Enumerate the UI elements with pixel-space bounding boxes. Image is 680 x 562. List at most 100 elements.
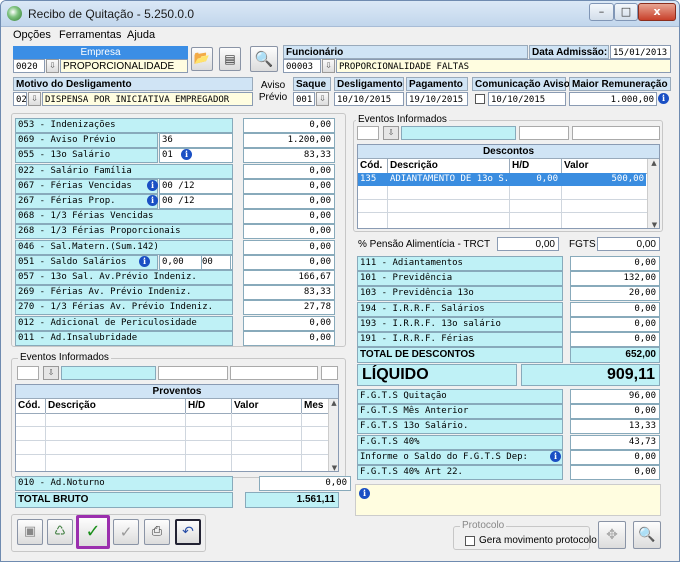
pensao-field[interactable]: 0,00 [497,237,559,251]
fgts-value[interactable]: 0,00 [570,404,660,420]
saque-field[interactable]: 001 [293,92,315,106]
verba-value[interactable]: 0,00 [243,163,335,179]
fgts-label: F.G.T.S 40% [357,434,563,450]
verba-extra[interactable]: 00 /12 [159,194,233,209]
verba-value[interactable]: 0,00 [243,315,335,331]
verba-label: 067 - Férias Vencidas [15,178,158,194]
admissao-field[interactable]: 15/01/2013 [610,45,671,59]
verba-value[interactable]: 0,00 [243,194,335,209]
verba-value[interactable]: 0,00 [243,254,335,270]
verba-row: 269 - Férias Av. Prévio Indeniz. 83,33 [15,285,339,301]
recycle-bin-icon[interactable]: ♺ [47,519,73,545]
verba-value[interactable]: 0,00 [243,178,335,194]
verba-value[interactable]: 1.200,00 [243,133,335,149]
decimo-info-icon[interactable]: i [181,149,192,161]
noturno-value[interactable]: 0,00 [259,476,351,491]
motivo-code[interactable]: 02 [13,92,27,106]
evento-left-mes[interactable] [321,366,338,380]
fgts-label: Informe o Saldo do F.G.T.S Dep: [357,449,563,465]
settings-icon[interactable]: ✥ [598,521,626,549]
saldo-dias[interactable]: 00 [201,254,231,270]
descontos-row[interactable]: 135 ADIANTAMENTO DE 13o S. 0,00 500,00 [358,173,646,186]
evento-left-lookup-icon[interactable]: ⇩ [43,366,59,380]
undo-icon[interactable]: ↶ [175,519,201,545]
comunicacao-label: Comunicação Aviso [472,77,570,91]
fgts-row: F.G.T.S Mês Anterior 0,00 [357,404,660,420]
evento-right-lookup-icon[interactable]: ⇩ [383,126,399,140]
check-disabled-icon[interactable]: ✓ [113,519,139,545]
evento-right-valor[interactable] [572,126,660,140]
funcionario-code[interactable]: 00003 [283,59,321,73]
ferias-vencidas-icon[interactable]: i [147,179,158,191]
comunicacao-checkbox[interactable] [475,94,485,104]
minimize-button[interactable]: – [589,3,614,21]
search-icon[interactable]: 🔍 [250,46,278,72]
saque-lookup-icon[interactable]: ⇩ [316,92,329,106]
verba-value[interactable]: 0,00 [243,209,335,225]
open-folder-icon[interactable]: 📂 [191,47,213,71]
maximize-button[interactable]: □ [614,3,638,21]
verba-value[interactable]: 83,33 [243,285,335,301]
verba-value[interactable]: 0,00 [243,224,335,240]
saldo-salarios-icon[interactable]: i [139,255,150,267]
fgts-info-icon[interactable]: i [550,450,561,462]
pensao-label: % Pensão Alimentícia - TRCT [358,239,491,250]
search-disabled-icon[interactable]: 🔍 [633,521,661,549]
desconto-value[interactable]: 0,00 [570,316,660,332]
evento-left-hd[interactable] [158,366,228,380]
document-icon[interactable]: ▤ [219,47,241,71]
desligamento-field[interactable]: 10/10/2015 [334,92,404,106]
verba-value[interactable]: 0,00 [243,118,335,133]
desconto-value[interactable]: 0,00 [570,332,660,347]
desconto-value[interactable]: 0,00 [570,256,660,271]
verba-value[interactable]: 0,00 [243,330,335,346]
empresa-lookup-icon[interactable]: ⇩ [46,59,59,73]
verba-extra[interactable]: 00 /12 [159,178,233,194]
verba-value[interactable]: 27,78 [243,300,335,316]
verba-row: 011 - Ad.Insalubridade 0,00 [15,330,339,346]
ferias-prop-icon[interactable]: i [147,195,158,206]
proventos-grid[interactable]: Proventos Cód. Descrição H/D Valor Mes ▲… [15,384,339,472]
close-button[interactable]: x [638,3,676,21]
evento-left-code[interactable] [17,366,39,380]
verba-row: 053 - Indenizações 0,00 [15,118,339,133]
verba-value[interactable]: 0,00 [243,239,335,255]
menu-ferramentas[interactable]: Ferramentas [59,29,121,41]
fgts-value[interactable]: 13,33 [570,419,660,435]
fgts-value[interactable]: 0,00 [570,449,660,465]
verba-value[interactable]: 166,67 [243,270,335,285]
liquido-label: LÍQUIDO [357,364,517,386]
descontos-scrollbar[interactable]: ▲ ▼ [647,159,659,228]
evento-right-code[interactable] [357,126,379,140]
menu-ajuda[interactable]: Ajuda [127,29,155,41]
evento-right-hd[interactable] [519,126,569,140]
verba-extra[interactable]: 36 [159,133,233,149]
save-icon[interactable]: ▣ [17,519,43,545]
desconto-value[interactable]: 0,00 [570,301,660,317]
print-icon[interactable]: ⎙ [144,519,170,545]
funcionario-lookup-icon[interactable]: ⇩ [322,59,335,73]
noturno-label: 010 - Ad.Noturno [15,476,233,491]
verba-label: 057 - 13o Sal. Av.Prévio Indeniz. [15,270,233,285]
pagamento-field[interactable]: 19/10/2015 [406,92,468,106]
verba-value[interactable]: 83,33 [243,148,335,164]
empresa-code[interactable]: 0020 [13,59,45,73]
fgts-top-field[interactable]: 0,00 [597,237,660,251]
desconto-value[interactable]: 20,00 [570,286,660,302]
verba-extra[interactable]: 01 [159,148,233,164]
fgts-value[interactable]: 0,00 [570,465,660,480]
maior-info-icon[interactable]: i [658,93,669,104]
funcionario-label: Funcionário [283,45,528,59]
motivo-lookup-icon[interactable]: ⇩ [28,92,41,106]
fgts-value[interactable]: 96,00 [570,389,660,404]
comunicacao-field[interactable]: 10/10/2015 [488,92,566,106]
desconto-value[interactable]: 132,00 [570,271,660,287]
maior-field[interactable]: 1.000,00 [569,92,657,106]
proventos-scrollbar[interactable]: ▲ ▼ [328,399,338,471]
descontos-grid[interactable]: Descontos Cód. Descrição H/D Valor 135 A… [357,144,660,229]
gera-protocolo-checkbox[interactable] [465,536,475,546]
confirm-check-icon[interactable]: ✓ [76,515,110,549]
evento-left-valor[interactable] [230,366,318,380]
fgts-value[interactable]: 43,73 [570,434,660,450]
menu-opcoes[interactable]: Opções [13,29,51,41]
